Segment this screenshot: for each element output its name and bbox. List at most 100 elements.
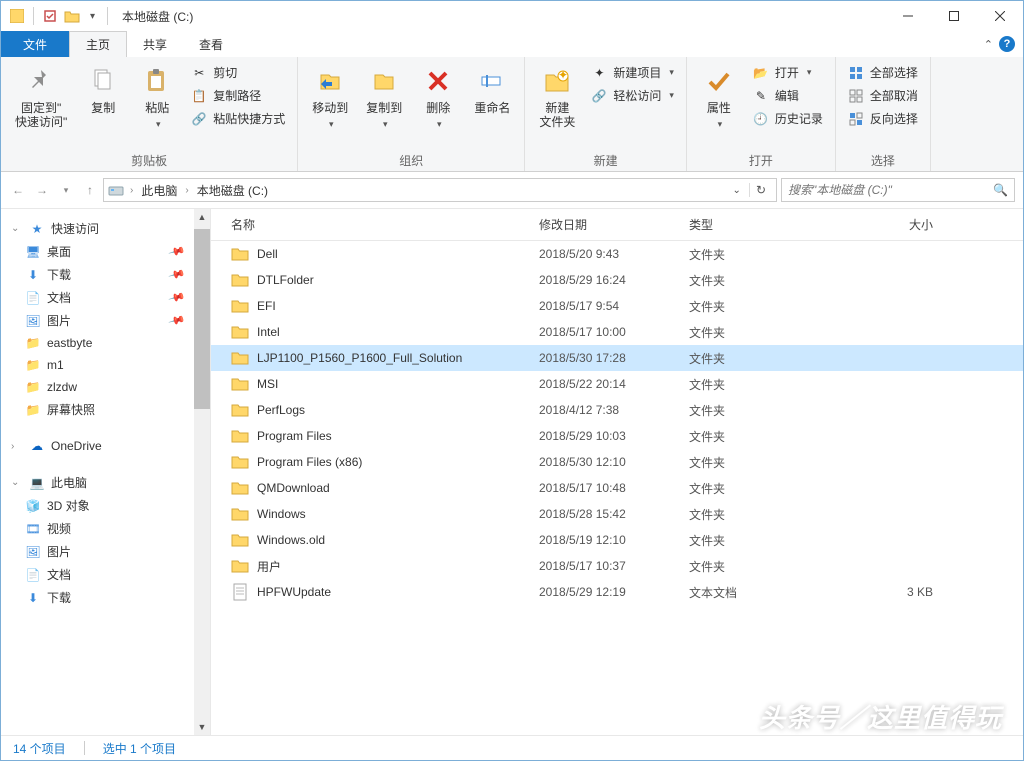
tab-home[interactable]: 主页 xyxy=(69,31,127,57)
maximize-button[interactable] xyxy=(931,1,977,31)
file-date: 2018/5/19 12:10 xyxy=(531,533,681,547)
up-button[interactable]: ↑ xyxy=(81,181,99,199)
copypath-button[interactable]: 📋复制路径 xyxy=(187,86,289,105)
tree-documents[interactable]: 📄文档📌 xyxy=(1,286,210,309)
easyaccess-button[interactable]: 🔗轻松访问▾ xyxy=(587,86,678,105)
newitem-icon: ✦ xyxy=(591,65,607,81)
table-row[interactable]: Intel2018/5/17 10:00文件夹 xyxy=(211,319,1023,345)
collapse-ribbon-icon[interactable]: ⌃ xyxy=(984,38,993,51)
search-box[interactable]: 🔍 xyxy=(781,178,1015,202)
recent-dropdown[interactable]: ▾ xyxy=(57,181,75,199)
table-row[interactable]: DTLFolder2018/5/29 16:24文件夹 xyxy=(211,267,1023,293)
tab-share[interactable]: 共享 xyxy=(127,31,183,57)
tree-downloads[interactable]: ⬇下载📌 xyxy=(1,263,210,286)
tree-documents2[interactable]: 📄文档 xyxy=(1,563,210,586)
newfolder-button[interactable]: ✦ 新建 文件夹 xyxy=(533,61,581,134)
col-type[interactable]: 类型 xyxy=(681,216,821,233)
scroll-down-icon[interactable]: ▼ xyxy=(194,719,210,735)
newitem-button[interactable]: ✦新建项目▾ xyxy=(587,63,678,82)
nav-pane[interactable]: ⌄★快速访问 🖥桌面📌 ⬇下载📌 📄文档📌 🖼图片📌 📁eastbyte 📁m1… xyxy=(1,209,211,735)
file-name: EFI xyxy=(257,299,276,313)
column-headers[interactable]: 名称 修改日期 类型 大小 xyxy=(211,209,1023,241)
cut-button[interactable]: ✂剪切 xyxy=(187,63,289,82)
table-row[interactable]: LJP1100_P1560_P1600_Full_Solution2018/5/… xyxy=(211,345,1023,371)
documents-icon: 📄 xyxy=(25,290,41,306)
file-list[interactable]: Dell2018/5/20 9:43文件夹DTLFolder2018/5/29 … xyxy=(211,241,1023,735)
open-button[interactable]: 📂打开▾ xyxy=(749,63,827,82)
qat-folder-icon[interactable] xyxy=(64,8,80,24)
table-row[interactable]: MSI2018/5/22 20:14文件夹 xyxy=(211,371,1023,397)
paste-button[interactable]: 粘贴 ▾ xyxy=(133,61,181,134)
rename-button[interactable]: 重命名 xyxy=(468,61,516,119)
table-row[interactable]: Windows.old2018/5/19 12:10文件夹 xyxy=(211,527,1023,553)
edit-button[interactable]: ✎编辑 xyxy=(749,86,827,105)
delete-button[interactable]: 删除▾ xyxy=(414,61,462,134)
folder-icon xyxy=(231,505,249,523)
tree-eastbyte[interactable]: 📁eastbyte xyxy=(1,332,210,354)
table-row[interactable]: HPFWUpdate2018/5/29 12:19文本文档3 KB xyxy=(211,579,1023,605)
tree-videos[interactable]: 🎞视频 xyxy=(1,517,210,540)
paste-shortcut-button[interactable]: 🔗粘贴快捷方式 xyxy=(187,109,289,128)
qat-properties-icon[interactable] xyxy=(42,8,58,24)
folder-icon xyxy=(231,349,249,367)
tree-3d[interactable]: 🧊3D 对象 xyxy=(1,494,210,517)
scroll-up-icon[interactable]: ▲ xyxy=(194,209,210,225)
copyto-button[interactable]: 复制到▾ xyxy=(360,61,408,134)
window-title: 本地磁盘 (C:) xyxy=(122,8,193,25)
content-area: 名称 修改日期 类型 大小 Dell2018/5/20 9:43文件夹DTLFo… xyxy=(211,209,1023,735)
tab-file[interactable]: 文件 xyxy=(1,31,69,57)
table-row[interactable]: EFI2018/5/17 9:54文件夹 xyxy=(211,293,1023,319)
col-size[interactable]: 大小 xyxy=(821,216,941,233)
tree-zlzdw[interactable]: 📁zlzdw xyxy=(1,376,210,398)
address-box[interactable]: › 此电脑 › 本地磁盘 (C:) ⌄ ↻ xyxy=(103,178,777,202)
col-name[interactable]: 名称 xyxy=(211,216,531,233)
tree-m1[interactable]: 📁m1 xyxy=(1,354,210,376)
nav-scrollbar[interactable]: ▲ ▼ xyxy=(194,209,210,735)
table-row[interactable]: Program Files2018/5/29 10:03文件夹 xyxy=(211,423,1023,449)
tree-thispc[interactable]: ⌄💻此电脑 xyxy=(1,471,210,494)
tree-downloads2[interactable]: ⬇下载 xyxy=(1,586,210,609)
search-input[interactable] xyxy=(788,183,1008,197)
file-type: 文件夹 xyxy=(681,558,821,575)
properties-button[interactable]: 属性▾ xyxy=(695,61,743,134)
selectall-button[interactable]: 全部选择 xyxy=(844,63,922,82)
tab-view[interactable]: 查看 xyxy=(183,31,239,57)
tree-pictures2[interactable]: 🖼图片 xyxy=(1,540,210,563)
help-button[interactable]: ? xyxy=(999,36,1015,52)
table-row[interactable]: PerfLogs2018/4/12 7:38文件夹 xyxy=(211,397,1023,423)
file-date: 2018/5/29 16:24 xyxy=(531,273,681,287)
back-button[interactable]: ← xyxy=(9,181,27,199)
close-button[interactable] xyxy=(977,1,1023,31)
invert-button[interactable]: 反向选择 xyxy=(844,109,922,128)
tree-screenshots[interactable]: 📁屏幕快照 xyxy=(1,398,210,421)
pictures-icon: 🖼 xyxy=(25,313,41,329)
tree-quickaccess[interactable]: ⌄★快速访问 xyxy=(1,217,210,240)
table-row[interactable]: QMDownload2018/5/17 10:48文件夹 xyxy=(211,475,1023,501)
file-date: 2018/4/12 7:38 xyxy=(531,403,681,417)
documents-icon: 📄 xyxy=(25,567,41,583)
file-date: 2018/5/29 10:03 xyxy=(531,429,681,443)
crumb-drive[interactable]: 本地磁盘 (C:) xyxy=(195,182,270,199)
scroll-thumb[interactable] xyxy=(194,229,210,409)
crumb-thispc[interactable]: 此电脑 xyxy=(139,182,179,199)
history-button[interactable]: 🕘历史记录 xyxy=(749,109,827,128)
minimize-button[interactable] xyxy=(885,1,931,31)
selectnone-button[interactable]: 全部取消 xyxy=(844,86,922,105)
col-date[interactable]: 修改日期 xyxy=(531,216,681,233)
qat-dropdown[interactable]: ▾ xyxy=(86,11,99,22)
table-row[interactable]: Dell2018/5/20 9:43文件夹 xyxy=(211,241,1023,267)
tree-onedrive[interactable]: ›☁OneDrive xyxy=(1,435,210,457)
tree-pictures[interactable]: 🖼图片📌 xyxy=(1,309,210,332)
refresh-button[interactable]: ↻ xyxy=(749,183,772,197)
pin-to-quickaccess-button[interactable]: 固定到" 快速访问" xyxy=(9,61,73,134)
table-row[interactable]: 用户2018/5/17 10:37文件夹 xyxy=(211,553,1023,579)
moveto-button[interactable]: 移动到▾ xyxy=(306,61,354,134)
forward-button[interactable]: → xyxy=(33,181,51,199)
copy-button[interactable]: 复制 xyxy=(79,61,127,119)
table-row[interactable]: Program Files (x86)2018/5/30 12:10文件夹 xyxy=(211,449,1023,475)
edit-icon: ✎ xyxy=(753,88,769,104)
tree-desktop[interactable]: 🖥桌面📌 xyxy=(1,240,210,263)
table-row[interactable]: Windows2018/5/28 15:42文件夹 xyxy=(211,501,1023,527)
address-dropdown[interactable]: ⌄ xyxy=(727,185,747,196)
titlebar: ▾ 本地磁盘 (C:) xyxy=(1,1,1023,31)
